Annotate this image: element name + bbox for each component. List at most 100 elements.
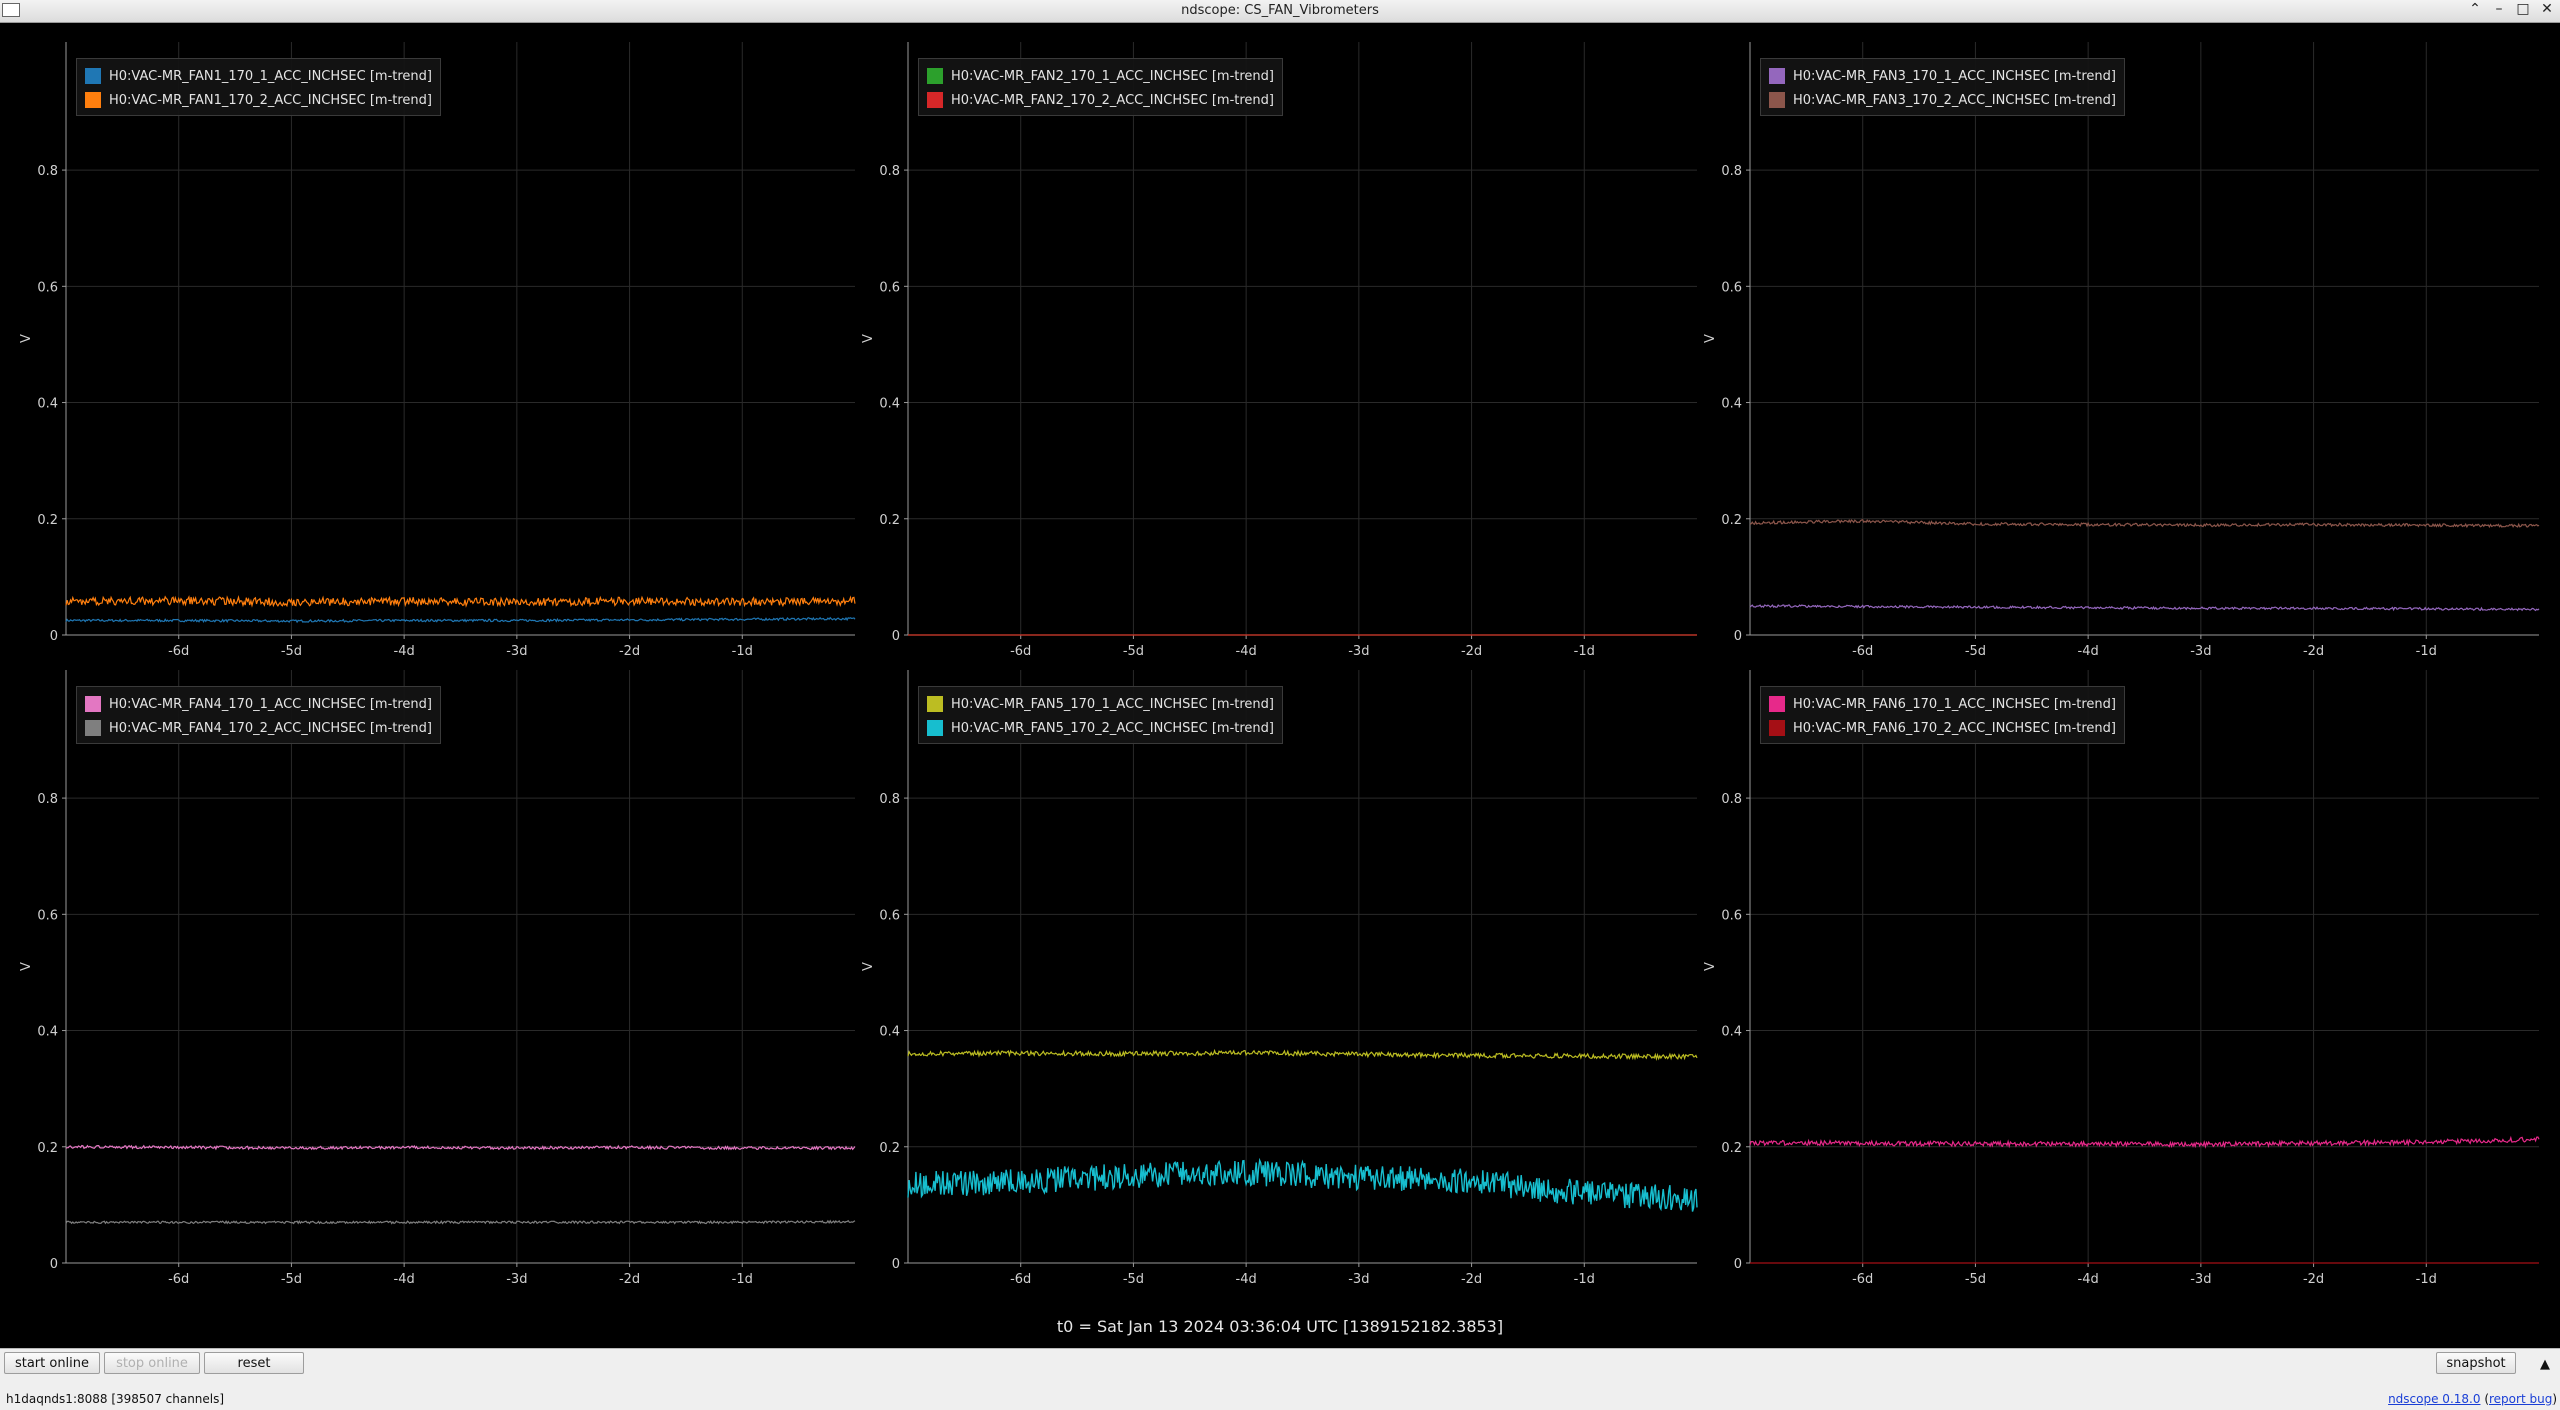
legend-entry-fan2-1[interactable]: H0:VAC-MR_FAN2_170_1_ACC_INCHSEC [m-tren… bbox=[927, 64, 1274, 88]
x-tick-label: -1d bbox=[1574, 1272, 1595, 1287]
stop-online-button[interactable]: stop online bbox=[104, 1352, 200, 1374]
x-tick-label: -4d bbox=[2078, 1272, 2099, 1287]
x-tick-label: -5d bbox=[1965, 1272, 1986, 1287]
x-tick-label: -6d bbox=[1010, 1272, 1031, 1287]
plot-grid: 0 0.2 0.4 0.6 0.8 -6d -5d -4d -3d -2d -1d V H0:VAC-… bbox=[0, 24, 2560, 1348]
legend-swatch bbox=[1769, 720, 1785, 736]
legend-entry-fan5-1[interactable]: H0:VAC-MR_FAN5_170_1_ACC_INCHSEC [m-tren… bbox=[927, 692, 1274, 716]
y-tick-label: 0.6 bbox=[1721, 280, 1742, 295]
plot-panel-fan2[interactable]: 0 0.2 0.4 0.6 0.8 -6d -5d -4d -3d -2d -1d V H0:VAC-… bbox=[842, 24, 1697, 659]
y-tick-label: 0.2 bbox=[1721, 513, 1742, 528]
y-tick-label: 0.8 bbox=[879, 164, 900, 179]
plot-panel-fan4[interactable]: 0 0.2 0.4 0.6 0.8 -6d -5d -4d -3d -2d -1d V H0:VAC-… bbox=[0, 652, 856, 1287]
server-status: h1daqnds1:8088 [398507 channels] bbox=[6, 1392, 225, 1406]
legend-swatch bbox=[1769, 92, 1785, 108]
plot-panel-fan6[interactable]: 0 0.2 0.4 0.6 0.8 -6d -5d -4d -3d -2d -1d V H0:VAC-… bbox=[1684, 652, 2540, 1287]
y-tick-label: 0.4 bbox=[37, 1025, 58, 1040]
y-tick-label: 0.4 bbox=[1721, 1025, 1742, 1040]
t0-label: t0 = Sat Jan 13 2024 03:36:04 UTC [13891… bbox=[1056, 1317, 1504, 1336]
y-tick-label: 0 bbox=[1734, 629, 1742, 644]
legend-swatch bbox=[85, 720, 101, 736]
legend-fan2[interactable]: H0:VAC-MR_FAN2_170_1_ACC_INCHSEC [m-tren… bbox=[918, 58, 1283, 116]
y-axis-label: V bbox=[861, 962, 876, 971]
reset-button[interactable]: reset bbox=[204, 1352, 304, 1374]
legend-swatch bbox=[927, 68, 943, 84]
minimize-window-icon[interactable]: – bbox=[2492, 1, 2506, 17]
y-tick-label: 0.6 bbox=[37, 908, 58, 923]
legend-fan1[interactable]: H0:VAC-MR_FAN1_170_1_ACC_INCHSEC [m-tren… bbox=[76, 58, 441, 116]
legend-fan5[interactable]: H0:VAC-MR_FAN5_170_1_ACC_INCHSEC [m-tren… bbox=[918, 686, 1283, 744]
paren-close: ) bbox=[2552, 1392, 2557, 1406]
y-tick-label: 0.4 bbox=[879, 397, 900, 412]
series-line-2 bbox=[907, 1157, 1698, 1212]
legend-entry-fan5-2[interactable]: H0:VAC-MR_FAN5_170_2_ACC_INCHSEC [m-tren… bbox=[927, 716, 1274, 740]
x-tick-label: -6d bbox=[1852, 1272, 1873, 1287]
series-line-1 bbox=[65, 616, 856, 624]
y-tick-label: 0.8 bbox=[1721, 164, 1742, 179]
window-titlebar: ndscope: CS_FAN_Vibrometers ⌃ – □ ✕ bbox=[0, 0, 2560, 23]
y-tick-label: 0 bbox=[50, 1257, 58, 1272]
x-tick-label: -1d bbox=[2416, 1272, 2437, 1287]
legend-label: H0:VAC-MR_FAN6_170_1_ACC_INCHSEC [m-tren… bbox=[1793, 696, 2116, 712]
y-tick-label: 0.2 bbox=[879, 1141, 900, 1156]
snapshot-button[interactable]: snapshot bbox=[2436, 1352, 2516, 1374]
report-bug-link[interactable]: report bug bbox=[2489, 1392, 2552, 1406]
y-tick-label: 0 bbox=[50, 629, 58, 644]
shade-window-icon[interactable]: ⌃ bbox=[2468, 1, 2482, 17]
legend-entry-fan6-1[interactable]: H0:VAC-MR_FAN6_170_1_ACC_INCHSEC [m-tren… bbox=[1769, 692, 2116, 716]
y-axis-label: V bbox=[1703, 334, 1718, 343]
x-tick-label: -4d bbox=[1236, 1272, 1257, 1287]
legend-entry-fan3-1[interactable]: H0:VAC-MR_FAN3_170_1_ACC_INCHSEC [m-tren… bbox=[1769, 64, 2116, 88]
expand-panel-icon[interactable]: ▲ bbox=[2540, 1357, 2550, 1372]
series-line-2 bbox=[1749, 518, 2540, 529]
plot-panel-fan1[interactable]: 0 0.2 0.4 0.6 0.8 -6d -5d -4d -3d -2d -1d V H0:VAC-… bbox=[0, 24, 856, 659]
y-tick-label: 0.6 bbox=[879, 280, 900, 295]
legend-swatch bbox=[85, 68, 101, 84]
y-tick-label: 0.8 bbox=[879, 792, 900, 807]
legend-fan6[interactable]: H0:VAC-MR_FAN6_170_1_ACC_INCHSEC [m-tren… bbox=[1760, 686, 2125, 744]
plot-panel-fan5[interactable]: 0 0.2 0.4 0.6 0.8 -6d -5d -4d -3d -2d -1d V H0:VAC-… bbox=[842, 652, 1698, 1287]
legend-label: H0:VAC-MR_FAN6_170_2_ACC_INCHSEC [m-tren… bbox=[1793, 720, 2116, 736]
legend-label: H0:VAC-MR_FAN2_170_2_ACC_INCHSEC [m-tren… bbox=[951, 92, 1274, 108]
maximize-window-icon[interactable]: □ bbox=[2516, 1, 2530, 17]
legend-entry-fan1-1[interactable]: H0:VAC-MR_FAN1_170_1_ACC_INCHSEC [m-tren… bbox=[85, 64, 432, 88]
legend-label: H0:VAC-MR_FAN3_170_2_ACC_INCHSEC [m-tren… bbox=[1793, 92, 2116, 108]
legend-entry-fan4-2[interactable]: H0:VAC-MR_FAN4_170_2_ACC_INCHSEC [m-tren… bbox=[85, 716, 432, 740]
legend-entry-fan6-2[interactable]: H0:VAC-MR_FAN6_170_2_ACC_INCHSEC [m-tren… bbox=[1769, 716, 2116, 740]
x-tick-label: -6d bbox=[168, 1272, 189, 1287]
legend-swatch bbox=[85, 696, 101, 712]
legend-label: H0:VAC-MR_FAN3_170_1_ACC_INCHSEC [m-tren… bbox=[1793, 68, 2116, 84]
series-line-1 bbox=[65, 1144, 856, 1151]
y-tick-label: 0.4 bbox=[1721, 397, 1742, 412]
x-tick-label: -2d bbox=[619, 1272, 640, 1287]
y-tick-label: 0.2 bbox=[1721, 1141, 1742, 1156]
y-tick-label: 0.8 bbox=[1721, 792, 1742, 807]
legend-label: H0:VAC-MR_FAN1_170_2_ACC_INCHSEC [m-tren… bbox=[109, 92, 432, 108]
legend-fan4[interactable]: H0:VAC-MR_FAN4_170_1_ACC_INCHSEC [m-tren… bbox=[76, 686, 441, 744]
legend-label: H0:VAC-MR_FAN1_170_1_ACC_INCHSEC [m-tren… bbox=[109, 68, 432, 84]
version-link[interactable]: ndscope 0.18.0 bbox=[2388, 1392, 2480, 1406]
x-tick-label: -5d bbox=[1123, 1272, 1144, 1287]
legend-entry-fan4-1[interactable]: H0:VAC-MR_FAN4_170_1_ACC_INCHSEC [m-tren… bbox=[85, 692, 432, 716]
close-window-icon[interactable]: ✕ bbox=[2540, 1, 2554, 17]
plot-panel-fan3[interactable]: 0 0.2 0.4 0.6 0.8 -6d -5d -4d -3d -2d -1d V H0:VAC-… bbox=[1684, 24, 2540, 659]
y-tick-label: 0 bbox=[1734, 1257, 1742, 1272]
legend-swatch bbox=[1769, 68, 1785, 84]
legend-entry-fan3-2[interactable]: H0:VAC-MR_FAN3_170_2_ACC_INCHSEC [m-tren… bbox=[1769, 88, 2116, 112]
legend-entry-fan2-2[interactable]: H0:VAC-MR_FAN2_170_2_ACC_INCHSEC [m-tren… bbox=[927, 88, 1274, 112]
x-tick-label: -1d bbox=[732, 1272, 753, 1287]
legend-entry-fan1-2[interactable]: H0:VAC-MR_FAN1_170_2_ACC_INCHSEC [m-tren… bbox=[85, 88, 432, 112]
y-tick-label: 0 bbox=[892, 629, 900, 644]
x-tick-label: -2d bbox=[1461, 1272, 1482, 1287]
legend-label: H0:VAC-MR_FAN4_170_1_ACC_INCHSEC [m-tren… bbox=[109, 696, 432, 712]
legend-swatch bbox=[927, 696, 943, 712]
y-tick-label: 0.2 bbox=[879, 513, 900, 528]
legend-swatch bbox=[927, 92, 943, 108]
legend-label: H0:VAC-MR_FAN2_170_1_ACC_INCHSEC [m-tren… bbox=[951, 68, 1274, 84]
x-tick-label: -3d bbox=[1348, 1272, 1369, 1287]
start-online-button[interactable]: start online bbox=[4, 1352, 100, 1374]
y-tick-label: 0 bbox=[892, 1257, 900, 1272]
series-line-1 bbox=[1749, 1135, 2540, 1149]
legend-fan3[interactable]: H0:VAC-MR_FAN3_170_1_ACC_INCHSEC [m-tren… bbox=[1760, 58, 2125, 116]
series-line-2 bbox=[65, 594, 856, 608]
